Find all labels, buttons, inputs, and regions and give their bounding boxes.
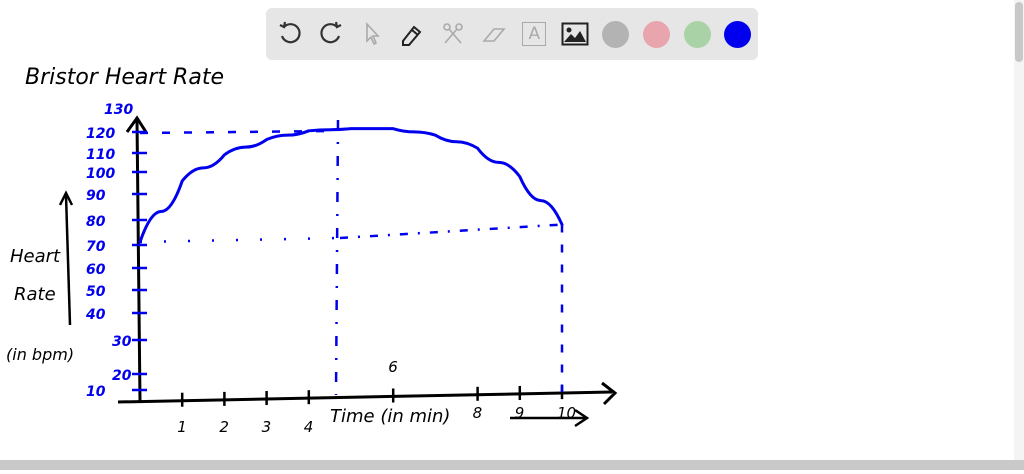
heart-rate-chart: Bristor Heart Rate Heart Rate (in bpm) T… [0,0,1024,470]
x-tick-label: 2 [219,418,229,436]
y-label-arrow [66,195,70,325]
color-gray-button[interactable] [599,16,632,52]
y-tick-label: 100 [86,166,115,182]
image-button[interactable] [559,16,592,52]
whiteboard[interactable]: Bristor Heart Rate Heart Rate (in bpm) T… [0,0,1024,470]
y-tick-label: 120 [86,126,115,142]
y-tick-label: 30 [112,334,132,350]
eraser-icon [481,21,507,47]
x-tick-label: 1 [177,418,187,436]
peak-start-vertical-line [336,120,338,395]
x-tick-label: 9 [515,404,525,422]
vertical-scrollbar-thumb[interactable] [1015,2,1023,62]
scissors-button[interactable] [437,16,470,52]
scissors-icon [440,21,466,47]
text-icon-glyph: A [529,24,541,44]
end-reference-line [340,225,562,238]
undo-button[interactable] [274,16,307,52]
y-label-rate: Rate [14,284,56,305]
text-button[interactable]: A [518,16,551,52]
y-tick-label: 70 [86,239,106,255]
redo-button[interactable] [315,16,348,52]
x-tick-label: 8 [473,404,483,422]
redo-icon [318,21,344,47]
color-green-button[interactable] [681,16,714,52]
y-tick-label: 110 [86,147,115,163]
resting-reference-line [140,238,340,242]
x-tick-label: 10 [557,404,576,422]
y-tick-label: 80 [86,214,106,230]
x-axis [118,392,612,402]
pen-icon [399,21,425,47]
color-swatch [643,21,670,48]
y-tick-label: 130 [104,102,133,118]
y-tick-label: 20 [112,368,132,384]
y-tick-label: 50 [86,284,106,300]
horizontal-scrollbar[interactable] [0,460,1024,470]
y-tick-label: 60 [86,262,106,278]
y-label-heart: Heart [10,246,61,267]
heart-rate-line [140,129,562,242]
text-icon: A [522,22,546,46]
y-tick-label: 10 [86,384,106,400]
y-tick-label: 40 [85,307,106,323]
color-swatch [602,21,629,48]
color-swatch [724,21,751,48]
x-tick-label: 4 [304,418,314,436]
pen-button[interactable] [396,16,429,52]
color-swatch [684,21,711,48]
vertical-scrollbar[interactable] [1014,0,1024,460]
x-tick-label: 6 [388,358,398,376]
select-button[interactable] [355,16,388,52]
select-pointer-icon [359,21,385,47]
x-tick-label: 3 [262,418,272,436]
eraser-button[interactable] [477,16,510,52]
y-tick-label: 90 [86,188,106,204]
color-pink-button[interactable] [640,16,673,52]
toolbar: A [266,8,758,60]
x-label: Time (in min) [330,406,450,427]
undo-icon [277,21,303,47]
color-blue-button[interactable] [721,16,754,52]
image-icon [561,22,589,46]
y-label-unit: (in bpm) [6,345,74,364]
y-axis [137,120,140,402]
chart-title: Bristor Heart Rate [25,65,224,90]
